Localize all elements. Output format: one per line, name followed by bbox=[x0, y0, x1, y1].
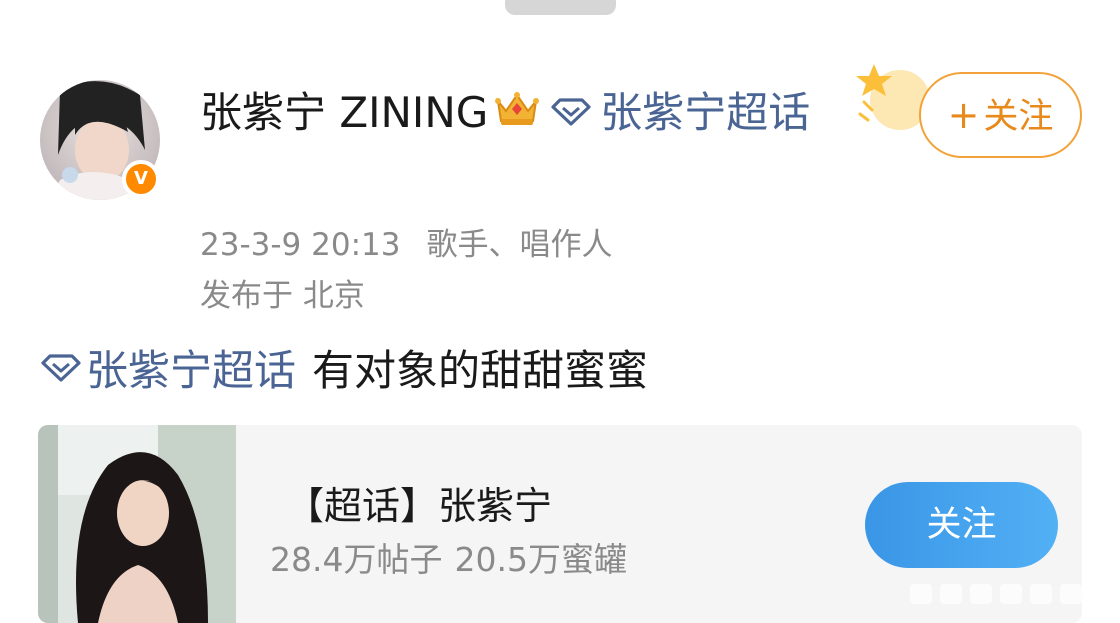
post-timestamp: 23-3-9 20:13 bbox=[200, 227, 401, 263]
author-topic-link[interactable]: 张紫宁超话 bbox=[600, 88, 810, 137]
supertopic-posts-count: 28.4万帖子 bbox=[270, 540, 443, 579]
content-topic-link[interactable]: 张紫宁超话 bbox=[86, 346, 296, 395]
crown-icon bbox=[494, 86, 540, 144]
supertopic-fans-count: 20.5万蜜罐 bbox=[454, 540, 627, 579]
author-header: 张紫宁 ZINING 张紫宁超话 bbox=[200, 84, 840, 144]
post-content: 张紫宁超话 有对象的甜甜蜜蜜 bbox=[40, 340, 648, 400]
weibo-post-view: V 张紫宁 ZINING 张紫宁超话 23-3-9 20:13 歌手、唱作人 发布… bbox=[0, 0, 1120, 623]
post-meta: 23-3-9 20:13 歌手、唱作人 bbox=[200, 219, 612, 264]
post-location: 发布于 北京 bbox=[200, 278, 365, 314]
supertopic-stats: 28.4万帖子 20.5万蜜罐 bbox=[270, 533, 627, 581]
author-title: 歌手、唱作人 bbox=[426, 227, 613, 263]
follow-supertopic-button[interactable]: 关注 bbox=[865, 482, 1058, 568]
follow-label: 关注 bbox=[983, 97, 1054, 137]
post-body-text: 有对象的甜甜蜜蜜 bbox=[312, 346, 649, 395]
author-name[interactable]: 张紫宁 ZINING bbox=[200, 88, 488, 137]
sheet-drag-handle[interactable] bbox=[505, 0, 616, 15]
supertopic-title: 【超话】张紫宁 bbox=[286, 484, 553, 528]
supertopic-diamond-icon bbox=[550, 84, 592, 142]
watermark bbox=[900, 572, 1110, 612]
follow-author-button[interactable]: + 关注 bbox=[919, 72, 1082, 158]
supertopic-diamond-icon bbox=[40, 340, 82, 398]
author-avatar[interactable]: V bbox=[40, 80, 160, 200]
verified-badge-icon: V bbox=[122, 160, 160, 198]
supertopic-cover-image bbox=[38, 425, 236, 623]
plus-icon: + bbox=[947, 93, 980, 137]
